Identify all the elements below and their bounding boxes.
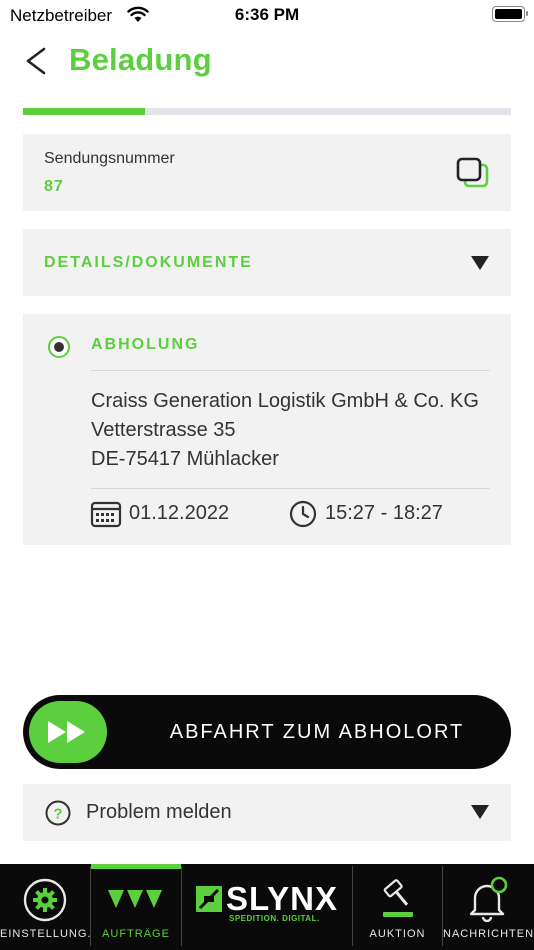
shipment-card: Sendungsnummer 87 [23,134,511,211]
depart-button-label: ABFAHRT ZUM ABHOLORT [169,721,465,743]
tab-messages-label: NACHRICHTEN [443,928,534,940]
pickup-city: DE-75417 Mühlacker [91,448,279,470]
tab-settings-label: EINSTELLUNG... [0,928,90,940]
details-documents-label: DETAILS/DOKUMENTE [44,254,253,271]
tab-auction-label: AUKTION [369,928,426,940]
gear-icon [23,878,67,922]
tab-orders[interactable]: AUFTRÄGE [91,864,181,950]
pickup-label: ABHOLUNG [91,336,200,353]
slynx-logo-tagline: SPEDITION. DIGITAL. [229,914,320,923]
pickup-time-window: 15:27 - 18:27 [325,502,443,524]
pickup-date: 01.12.2022 [129,502,230,524]
caret-down-icon [471,256,489,270]
fast-forward-icon [48,721,85,743]
pickup-street: Vetterstrasse 35 [91,419,236,441]
progress-bar [23,108,511,115]
back-button[interactable] [20,44,54,78]
tab-auction[interactable]: AUKTION [353,864,442,950]
status-time: 6:36 PM [234,5,300,24]
slynx-logo-mark [196,886,222,912]
caret-down-icon [471,805,489,819]
divider [91,488,490,489]
pickup-company: Craiss Generation Logistik GmbH & Co. KG [91,390,479,412]
battery-icon [492,6,528,22]
progress-fill [23,108,145,115]
status-bar: Netzbetreiber 6:36 PM [0,0,534,30]
orders-icon [108,890,162,908]
report-problem-label: Problem melden [86,801,232,823]
slide-handle[interactable] [29,701,107,763]
help-icon: ? [45,800,71,826]
depart-to-pickup-button[interactable]: ABFAHRT ZUM ABHOLORT [23,695,511,769]
bell-icon [469,876,508,922]
divider [91,370,490,371]
clock-icon [289,500,317,528]
gavel-icon [383,879,413,917]
slynx-logo-text: SLYNX [226,880,338,917]
pickup-radio[interactable] [48,336,70,358]
tab-bar: EINSTELLUNG... AUFTRÄGE SLYNX SPEDITION.… [0,864,534,950]
pickup-card: ABHOLUNG Craiss Generation Logistik GmbH… [23,314,511,545]
shipment-number-value: 87 [44,178,64,195]
calendar-icon [90,501,122,528]
report-problem-toggle[interactable]: ? Problem melden [23,784,511,841]
details-documents-toggle[interactable]: DETAILS/DOKUMENTE [23,229,511,296]
shipment-number-label: Sendungsnummer [44,150,175,167]
tab-settings[interactable]: EINSTELLUNG... [0,864,90,950]
svg-text:?: ? [53,806,62,823]
page-title: Beladung [69,42,212,77]
tab-messages[interactable]: NACHRICHTEN [443,864,534,950]
tab-orders-label: AUFTRÄGE [102,928,170,940]
active-tab-indicator [91,864,181,869]
copy-icon[interactable] [455,156,491,190]
